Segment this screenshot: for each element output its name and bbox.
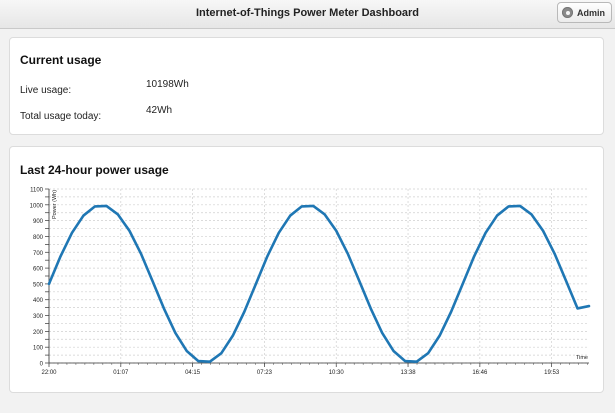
header-bar: Internet-of-Things Power Meter Dashboard… — [0, 0, 615, 29]
power-chart-panel: Last 24-hour power usage 0 100 200 300 400 50… — [9, 146, 604, 393]
current-usage-panel: Current usage Live usage: 10198Wh Total … — [9, 37, 604, 135]
y-tick-label: 900 — [33, 219, 44, 225]
x-tick-label: 13:38 — [401, 370, 417, 376]
y-tick-label: 500 — [33, 282, 44, 288]
total-usage-value: 42Wh — [146, 105, 173, 116]
admin-button-label: Admin — [577, 7, 605, 18]
y-axis-label: Power (Wh) — [52, 190, 58, 219]
y-tick-label: 200 — [33, 330, 44, 336]
x-tick-label: 01:07 — [113, 370, 129, 376]
y-tick-label: 0 — [40, 362, 44, 368]
x-tick-label: 22:00 — [41, 370, 57, 376]
power-usage-chart: 0 100 200 300 400 500 600 700 800 900 1000 1100 22:0… — [30, 188, 591, 376]
y-tick-label: 800 — [33, 235, 44, 241]
y-tick-label: 1000 — [30, 203, 44, 209]
page-title: Internet-of-Things Power Meter Dashboard — [195, 7, 420, 19]
y-tick-label: 600 — [33, 267, 44, 273]
x-tick-label: 04:15 — [185, 370, 201, 376]
gear-icon — [562, 7, 573, 18]
current-usage-title: Current usage — [20, 53, 102, 67]
y-tick-label: 400 — [33, 298, 44, 304]
live-usage-label: Live usage: — [20, 85, 72, 96]
x-tick-label: 19:53 — [544, 370, 560, 376]
y-tick-label: 700 — [33, 251, 44, 257]
x-tick-label: 16:46 — [472, 370, 488, 376]
live-usage-value: 10198Wh — [146, 79, 189, 90]
y-tick-label: 1100 — [30, 188, 44, 194]
x-tick-label: 10:30 — [329, 370, 345, 376]
x-tick-label: 07:23 — [257, 370, 273, 376]
x-axis-label: Time — [576, 355, 588, 361]
y-tick-label: 300 — [33, 314, 44, 320]
chart-title: Last 24-hour power usage — [20, 163, 169, 177]
admin-button[interactable]: Admin — [557, 2, 612, 23]
y-tick-label: 100 — [33, 346, 44, 352]
total-usage-label: Total usage today: — [20, 111, 102, 122]
